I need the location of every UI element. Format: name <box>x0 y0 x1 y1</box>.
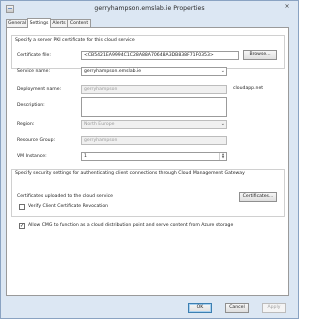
vm-instance-stepper[interactable]: 1 ▲ ▼ <box>81 152 227 161</box>
pki-heading: Specify a server PKI certificate for thi… <box>15 38 135 43</box>
region-label: Region: <box>17 122 35 127</box>
resource-group-label: Resource Group: <box>17 138 56 143</box>
certificate-file-field[interactable]: <CB5421EA9994C1C28A88A70648A3DB838F71F03… <box>81 51 239 60</box>
deployment-suffix: cloudapp.net <box>233 86 264 91</box>
spin-down-icon[interactable]: ▼ <box>220 156 226 159</box>
service-name-value: gerryhampson.emslab.ie <box>84 69 142 74</box>
chevron-down-icon: ⌄ <box>220 121 225 127</box>
region-value: North Europe <box>84 122 115 127</box>
security-heading: Specify security settings for authentica… <box>15 171 245 176</box>
cancel-button[interactable]: Cancel <box>225 303 249 313</box>
description-field[interactable] <box>81 97 227 117</box>
tab-content[interactable]: Content <box>67 19 91 27</box>
resource-group-field: gerryhampson <box>81 136 227 145</box>
verify-revocation-checkbox[interactable] <box>19 204 25 210</box>
vm-instance-value: 1 <box>84 154 87 159</box>
tab-settings[interactable]: Settings <box>27 18 51 28</box>
tab-general[interactable]: General <box>6 19 28 27</box>
vm-instance-spinner[interactable]: ▲ ▼ <box>219 153 226 160</box>
ok-button[interactable]: OK <box>188 303 212 313</box>
certificate-file-label: Certificate file: <box>17 53 51 58</box>
verify-revocation-label: Verify Client Certificate Revocation <box>28 204 109 209</box>
certificates-button[interactable]: Certificates... <box>239 192 277 202</box>
description-label: Description: <box>17 103 45 108</box>
service-name-label: Service name: <box>17 69 51 74</box>
certificates-uploaded-label: Certificates uploaded to the cloud servi… <box>17 194 113 199</box>
tab-alerts[interactable]: Alerts <box>50 19 68 27</box>
properties-window: gerryhampson.emslab.ie Properties × Gene… <box>0 0 299 319</box>
service-name-select[interactable]: gerryhampson.emslab.ie ⌄ <box>81 67 227 76</box>
vm-instance-label: VM Instance: <box>17 154 47 159</box>
title-bar: gerryhampson.emslab.ie Properties × <box>1 1 298 18</box>
window-title: gerryhampson.emslab.ie Properties <box>94 5 205 12</box>
region-select: North Europe ⌄ <box>81 120 227 129</box>
allow-cmg-label: Allow CMG to function as a cloud distrib… <box>28 223 234 228</box>
deployment-name-label: Deployment name: <box>17 87 62 92</box>
settings-panel: Specify a server PKI certificate for thi… <box>6 27 289 296</box>
allow-cmg-checkbox[interactable]: ✓ <box>19 223 25 229</box>
browse-button[interactable]: Browse... <box>243 50 277 60</box>
apply-button: Apply <box>262 303 286 313</box>
deployment-name-field: gerryhampson <box>81 85 227 94</box>
close-icon[interactable]: × <box>282 3 292 11</box>
chevron-down-icon: ⌄ <box>220 68 225 74</box>
